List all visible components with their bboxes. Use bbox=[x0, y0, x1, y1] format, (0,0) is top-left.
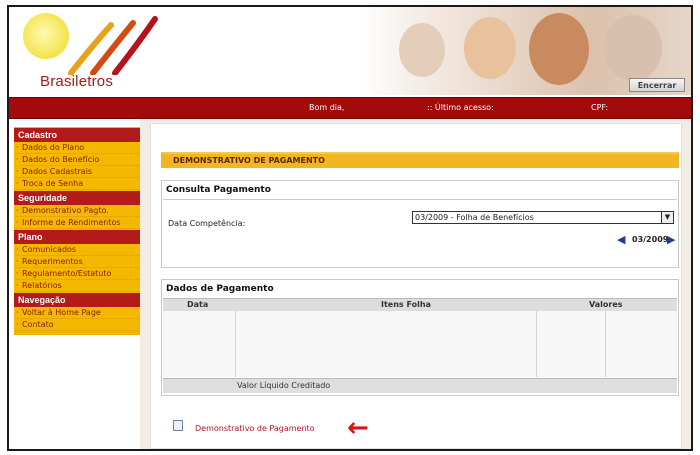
dados-title: Dados de Pagamento bbox=[166, 284, 274, 294]
competencia-label: Data Competência: bbox=[168, 219, 246, 228]
top-status-bar: Bom dia, :: Último acesso: CPF: bbox=[9, 97, 691, 119]
sidebar-section-plano: Plano bbox=[14, 230, 140, 244]
last-access-text: :: Último acesso: bbox=[427, 103, 494, 112]
current-period: 03/2009 bbox=[632, 235, 669, 244]
exit-button[interactable]: Encerrar bbox=[629, 78, 685, 92]
demonstrativo-link[interactable]: Demonstrativo de Pagamento bbox=[195, 424, 315, 433]
sidebar-item-dados-plano[interactable]: Dados do Plano bbox=[14, 142, 140, 154]
prev-period-icon[interactable]: ◀ bbox=[617, 233, 625, 246]
col-data: Data bbox=[187, 300, 209, 309]
sidebar-section-navegacao: Navegação bbox=[14, 293, 140, 307]
sidebar-item-dados-cadastrais[interactable]: Dados Cadastrais bbox=[14, 166, 140, 178]
page-banner: DEMONSTRATIVO DE PAGAMENTO bbox=[161, 152, 679, 168]
main-content: DEMONSTRATIVO DE PAGAMENTO Consulta Paga… bbox=[150, 123, 682, 449]
col-valores: Valores bbox=[589, 300, 623, 309]
sidebar-item-dados-beneficio[interactable]: Dados do Benefício bbox=[14, 154, 140, 166]
chevron-down-icon[interactable]: ▼ bbox=[661, 212, 673, 223]
sidebar-section-cadastro: Cadastro bbox=[14, 128, 140, 142]
sidebar-item-informe[interactable]: Informe de Rendimentos bbox=[14, 217, 140, 229]
column-divider bbox=[605, 311, 606, 377]
sidebar-item-contato[interactable]: Contato bbox=[14, 319, 140, 331]
page-title: DEMONSTRATIVO DE PAGAMENTO bbox=[173, 156, 325, 165]
sidebar-item-requerimentos[interactable]: Requerimentos bbox=[14, 256, 140, 268]
sidebar-section-seguridade: Seguridade bbox=[14, 191, 140, 205]
competencia-select-value: 03/2009 - Folha de Benefícios bbox=[415, 213, 534, 222]
dados-panel: Dados de Pagamento Data Itens Folha Valo… bbox=[161, 279, 679, 396]
sidebar-menu: Cadastro Dados do Plano Dados do Benefíc… bbox=[14, 127, 140, 335]
competencia-select[interactable]: 03/2009 - Folha de Benefícios ▼ bbox=[412, 211, 674, 224]
consulta-panel: Consulta Pagamento Data Competência: 03/… bbox=[161, 180, 679, 268]
valor-liquido-label: Valor Líquido Creditado bbox=[237, 381, 331, 390]
sidebar-item-demonstrativo[interactable]: Demonstrativo Pagto. bbox=[14, 205, 140, 217]
table-footer: Valor Líquido Creditado bbox=[163, 378, 677, 393]
sidebar-item-comunicados[interactable]: Comunicados bbox=[14, 244, 140, 256]
col-itens: Itens Folha bbox=[381, 300, 431, 309]
table-header: Data Itens Folha Valores bbox=[163, 298, 677, 312]
divider bbox=[163, 199, 677, 200]
page-frame: Brasiletros Encerrar Bom dia, :: Último … bbox=[7, 5, 693, 451]
site-header: Brasiletros Encerrar bbox=[9, 7, 691, 97]
sidebar-item-relatorios[interactable]: Relatórios bbox=[14, 280, 140, 292]
annotation-arrow-icon: ← bbox=[347, 413, 369, 443]
table-body bbox=[163, 311, 677, 377]
sidebar-item-home[interactable]: Voltar à Home Page bbox=[14, 307, 140, 319]
brand-name: Brasiletros bbox=[40, 73, 114, 90]
next-period-icon[interactable]: ▶ bbox=[667, 233, 675, 246]
document-icon[interactable] bbox=[173, 420, 183, 431]
consulta-title: Consulta Pagamento bbox=[166, 185, 271, 195]
logo-swoosh-icon bbox=[68, 16, 158, 75]
sidebar-item-troca-senha[interactable]: Troca de Senha bbox=[14, 178, 140, 190]
greeting-text: Bom dia, bbox=[309, 103, 345, 112]
cpf-text: CPF: bbox=[591, 103, 609, 112]
column-divider bbox=[536, 311, 537, 377]
sidebar-item-regulamento[interactable]: Regulamento/Estatuto bbox=[14, 268, 140, 280]
column-divider bbox=[235, 311, 236, 377]
